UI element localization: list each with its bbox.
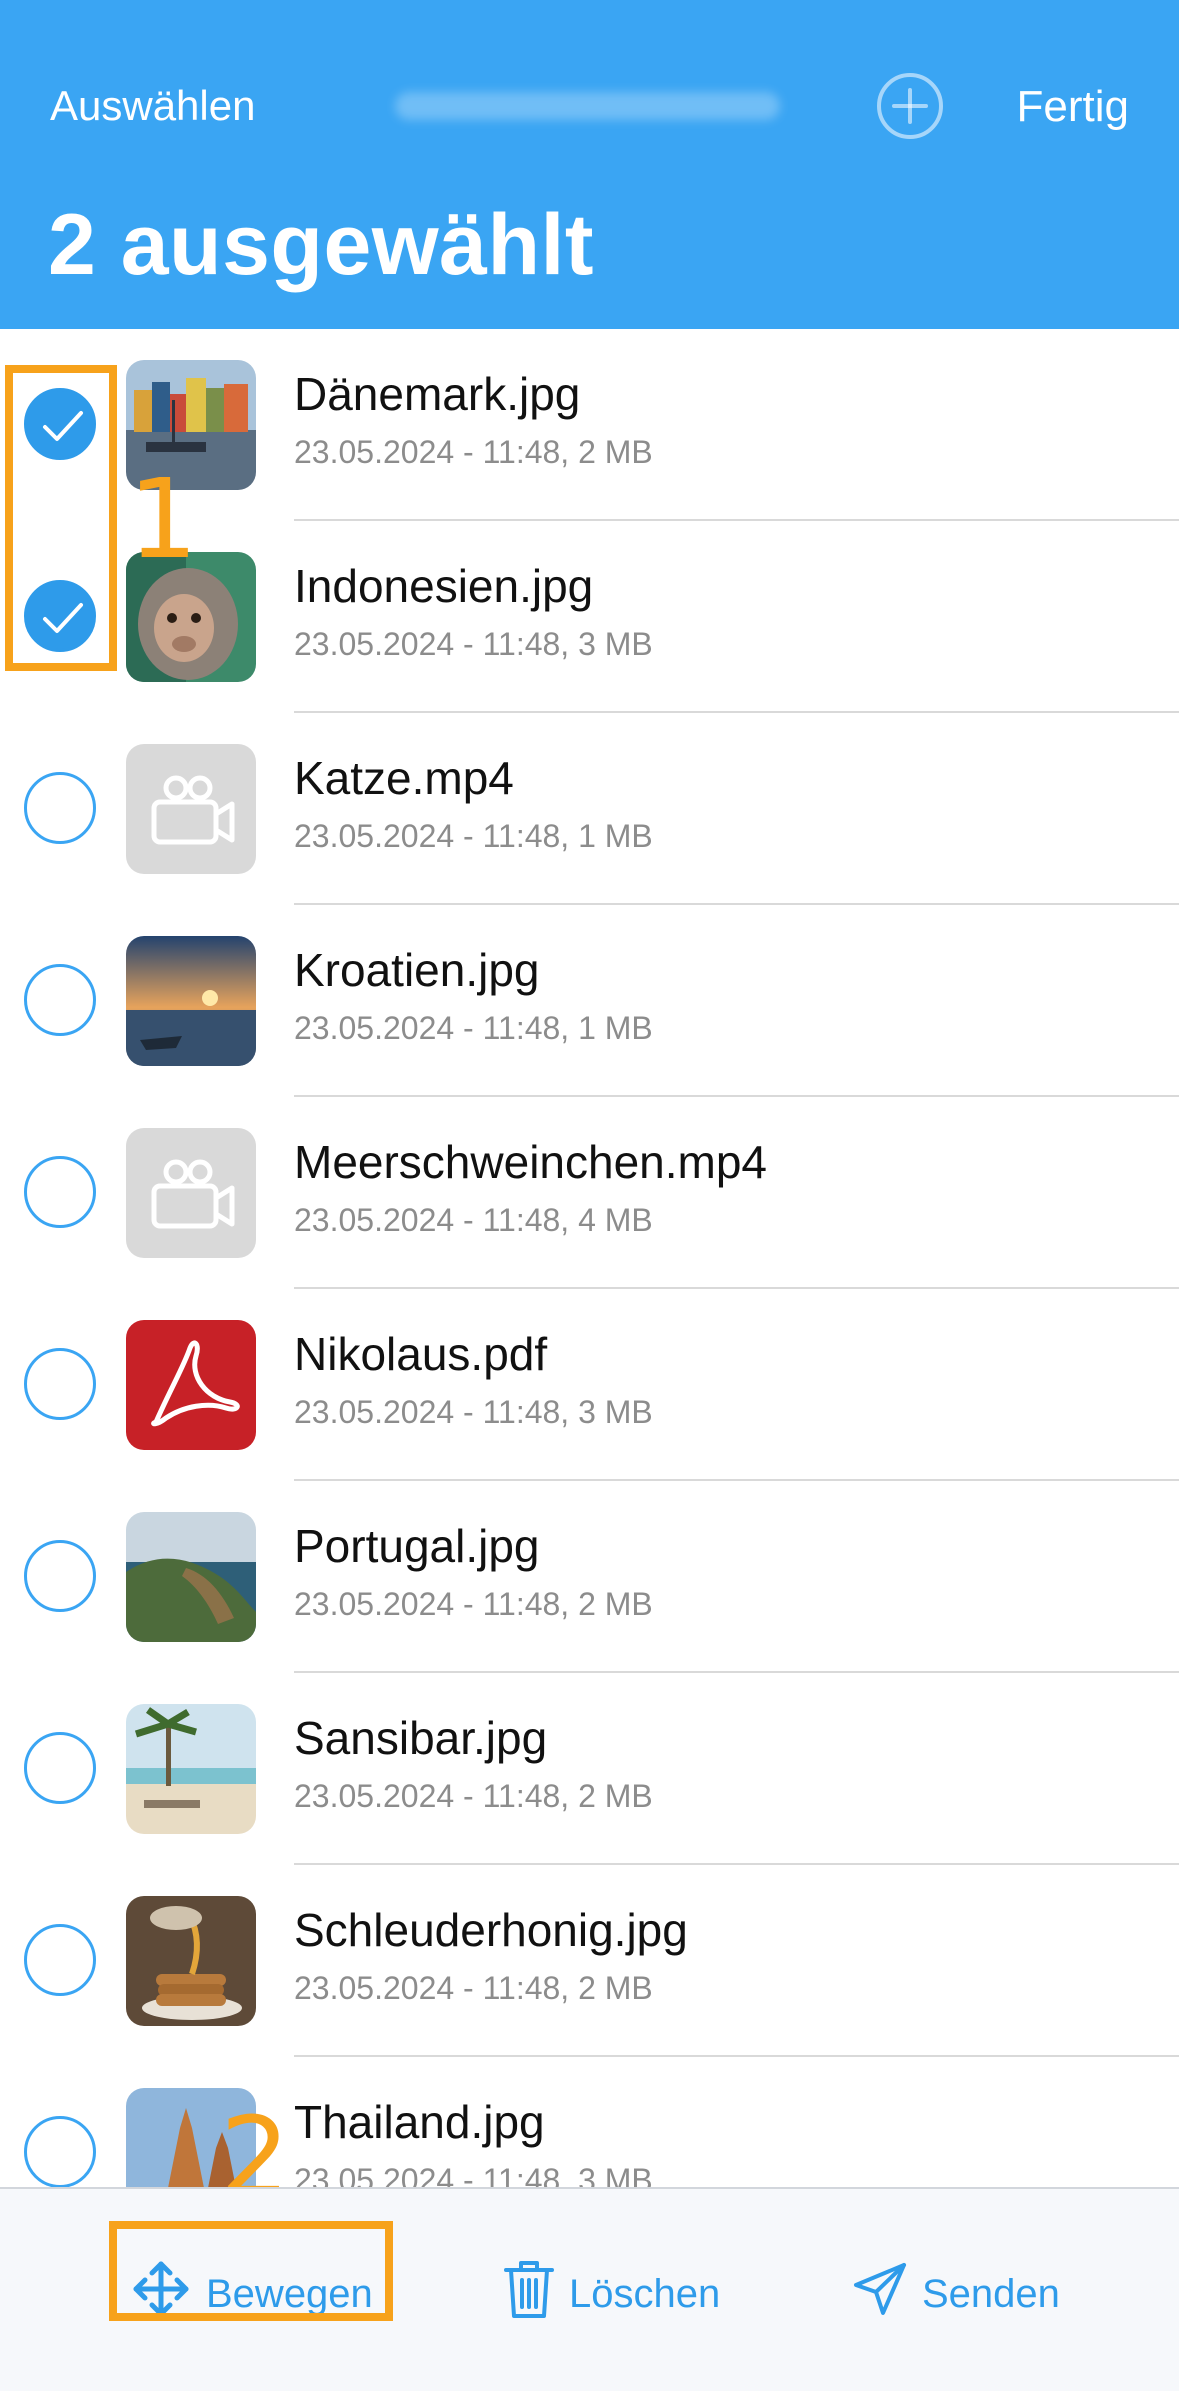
pdf-icon (126, 1320, 256, 1450)
annotation-number-1: 1 (128, 455, 198, 583)
send-icon (852, 2261, 922, 2327)
file-row[interactable]: Thailand.jpg 23.05.2024 - 11:48, 3 MB (0, 2057, 1179, 2187)
file-meta: 23.05.2024 - 11:48, 3 MB (294, 626, 653, 662)
empty-circle-icon[interactable] (24, 772, 96, 844)
file-row[interactable]: Sansibar.jpg 23.05.2024 - 11:48, 2 MB (0, 1673, 1179, 1865)
navigation-header: Auswählen Fertig 2 ausgewählt (0, 0, 1179, 329)
empty-circle-icon[interactable] (24, 1732, 96, 1804)
file-meta: 23.05.2024 - 11:48, 1 MB (294, 818, 653, 854)
empty-circle-icon[interactable] (24, 1156, 96, 1228)
video-icon (126, 1128, 256, 1258)
send-button[interactable]: Senden (852, 2263, 1060, 2322)
file-row[interactable]: Katze.mp4 23.05.2024 - 11:48, 1 MB (0, 713, 1179, 905)
file-meta: 23.05.2024 - 11:48, 4 MB (294, 1202, 653, 1238)
empty-circle-icon[interactable] (24, 1924, 96, 1996)
file-name: Thailand.jpg (294, 2096, 545, 2148)
blurred-account-label (395, 92, 780, 120)
done-button[interactable]: Fertig (1017, 82, 1129, 132)
pancake-photo (126, 1896, 256, 2026)
file-name: Kroatien.jpg (294, 944, 540, 996)
file-name: Portugal.jpg (294, 1520, 540, 1572)
delete-label: Löschen (569, 2271, 721, 2316)
file-row[interactable]: Meerschweinchen.mp4 23.05.2024 - 11:48, 4… (0, 1097, 1179, 1289)
trash-icon (503, 2258, 569, 2330)
video-icon (126, 744, 256, 874)
checkmark-circle-icon[interactable] (24, 580, 96, 652)
file-meta: 23.05.2024 - 11:48, 1 MB (294, 1010, 653, 1046)
move-label: Bewegen (206, 2271, 373, 2316)
empty-circle-icon[interactable] (24, 1348, 96, 1420)
file-name: Sansibar.jpg (294, 1712, 548, 1764)
sunset-boat-photo (126, 936, 256, 1066)
file-meta: 23.05.2024 - 11:48, 2 MB (294, 1586, 653, 1622)
file-name: Schleuderhonig.jpg (294, 1904, 688, 1956)
empty-circle-icon[interactable] (24, 964, 96, 1036)
file-name: Dänemark.jpg (294, 368, 581, 420)
file-meta: 23.05.2024 - 11:48, 2 MB (294, 434, 653, 470)
file-row[interactable]: Nikolaus.pdf 23.05.2024 - 11:48, 3 MB (0, 1289, 1179, 1481)
page-title: 2 ausgewählt (48, 197, 595, 293)
file-name: Katze.mp4 (294, 752, 514, 804)
file-list: Dänemark.jpg 23.05.2024 - 11:48, 2 MB Indo… (0, 329, 1179, 2187)
move-button[interactable]: Bewegen (130, 2261, 373, 2322)
file-name: Nikolaus.pdf (294, 1328, 548, 1380)
beach-photo (126, 1704, 256, 1834)
file-meta: 23.05.2024 - 11:48, 2 MB (294, 1970, 653, 2006)
file-name: Meerschweinchen.mp4 (294, 1136, 768, 1188)
file-meta: 23.05.2024 - 11:48, 3 MB (294, 1394, 653, 1430)
file-meta: 23.05.2024 - 11:48, 2 MB (294, 1778, 653, 1814)
bottom-toolbar: Bewegen Löschen Senden (0, 2187, 1179, 2391)
delete-button[interactable]: Löschen (503, 2261, 721, 2322)
select-button[interactable]: Auswählen (50, 82, 255, 130)
empty-circle-icon[interactable] (24, 1540, 96, 1612)
move-arrows-icon (130, 2258, 206, 2330)
add-icon[interactable] (876, 72, 944, 140)
file-row[interactable]: Schleuderhonig.jpg 23.05.2024 - 11:48, 2 … (0, 1865, 1179, 2057)
file-row[interactable]: Portugal.jpg 23.05.2024 - 11:48, 2 MB (0, 1481, 1179, 1673)
file-meta: 23.05.2024 - 11:48, 3 MB (294, 2162, 653, 2187)
file-row[interactable]: Kroatien.jpg 23.05.2024 - 11:48, 1 MB (0, 905, 1179, 1097)
coast-photo (126, 1512, 256, 1642)
empty-circle-icon[interactable] (24, 2116, 96, 2187)
file-name: Indonesien.jpg (294, 560, 594, 612)
send-label: Senden (922, 2271, 1060, 2316)
checkmark-circle-icon[interactable] (24, 388, 96, 460)
